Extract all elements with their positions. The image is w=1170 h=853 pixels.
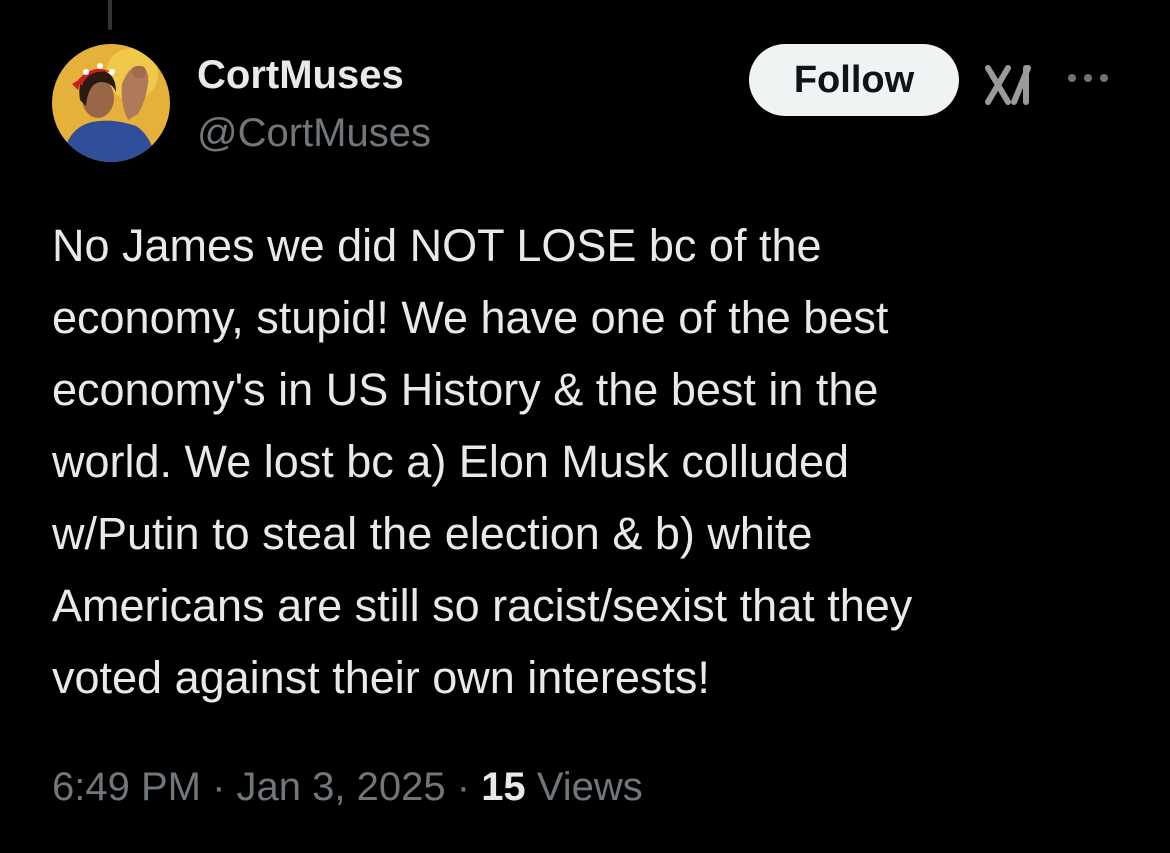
- meta-separator: ·: [456, 765, 471, 809]
- views-label[interactable]: Views: [537, 765, 643, 809]
- tweet-text-line: world. We lost bc a) Elon Musk colluded: [52, 436, 850, 487]
- meta-separator: ·: [212, 765, 226, 809]
- tweet-text-line: No James we did NOT LOSE bc of the: [52, 220, 822, 271]
- avatar[interactable]: [52, 44, 170, 162]
- tweet-metadata: 6:49 PM · Jan 3, 2025 · 15 Views: [52, 762, 643, 812]
- tweet-text: No James we did NOT LOSE bc of the econo…: [52, 210, 1132, 714]
- follow-button[interactable]: Follow: [749, 44, 959, 116]
- tweet-text-line: Americans are still so racist/sexist tha…: [52, 580, 913, 631]
- avatar-image: [52, 44, 170, 162]
- thread-connector-line: [108, 0, 112, 30]
- tweet-text-line: voted against their own interests!: [52, 652, 710, 703]
- more-options-icon[interactable]: [1064, 66, 1112, 90]
- tweet-date[interactable]: Jan 3, 2025: [237, 765, 446, 809]
- grok-icon[interactable]: [984, 62, 1036, 106]
- author-handle[interactable]: @CortMuses: [197, 110, 431, 156]
- tweet-time[interactable]: 6:49 PM: [52, 765, 201, 809]
- author-display-name[interactable]: CortMuses: [197, 52, 404, 98]
- tweet-text-line: w/Putin to steal the election & b) white: [52, 508, 813, 559]
- views-count[interactable]: 15: [481, 765, 526, 809]
- tweet-text-line: economy, stupid! We have one of the best: [52, 292, 889, 343]
- tweet-text-line: economy's in US History & the best in th…: [52, 364, 879, 415]
